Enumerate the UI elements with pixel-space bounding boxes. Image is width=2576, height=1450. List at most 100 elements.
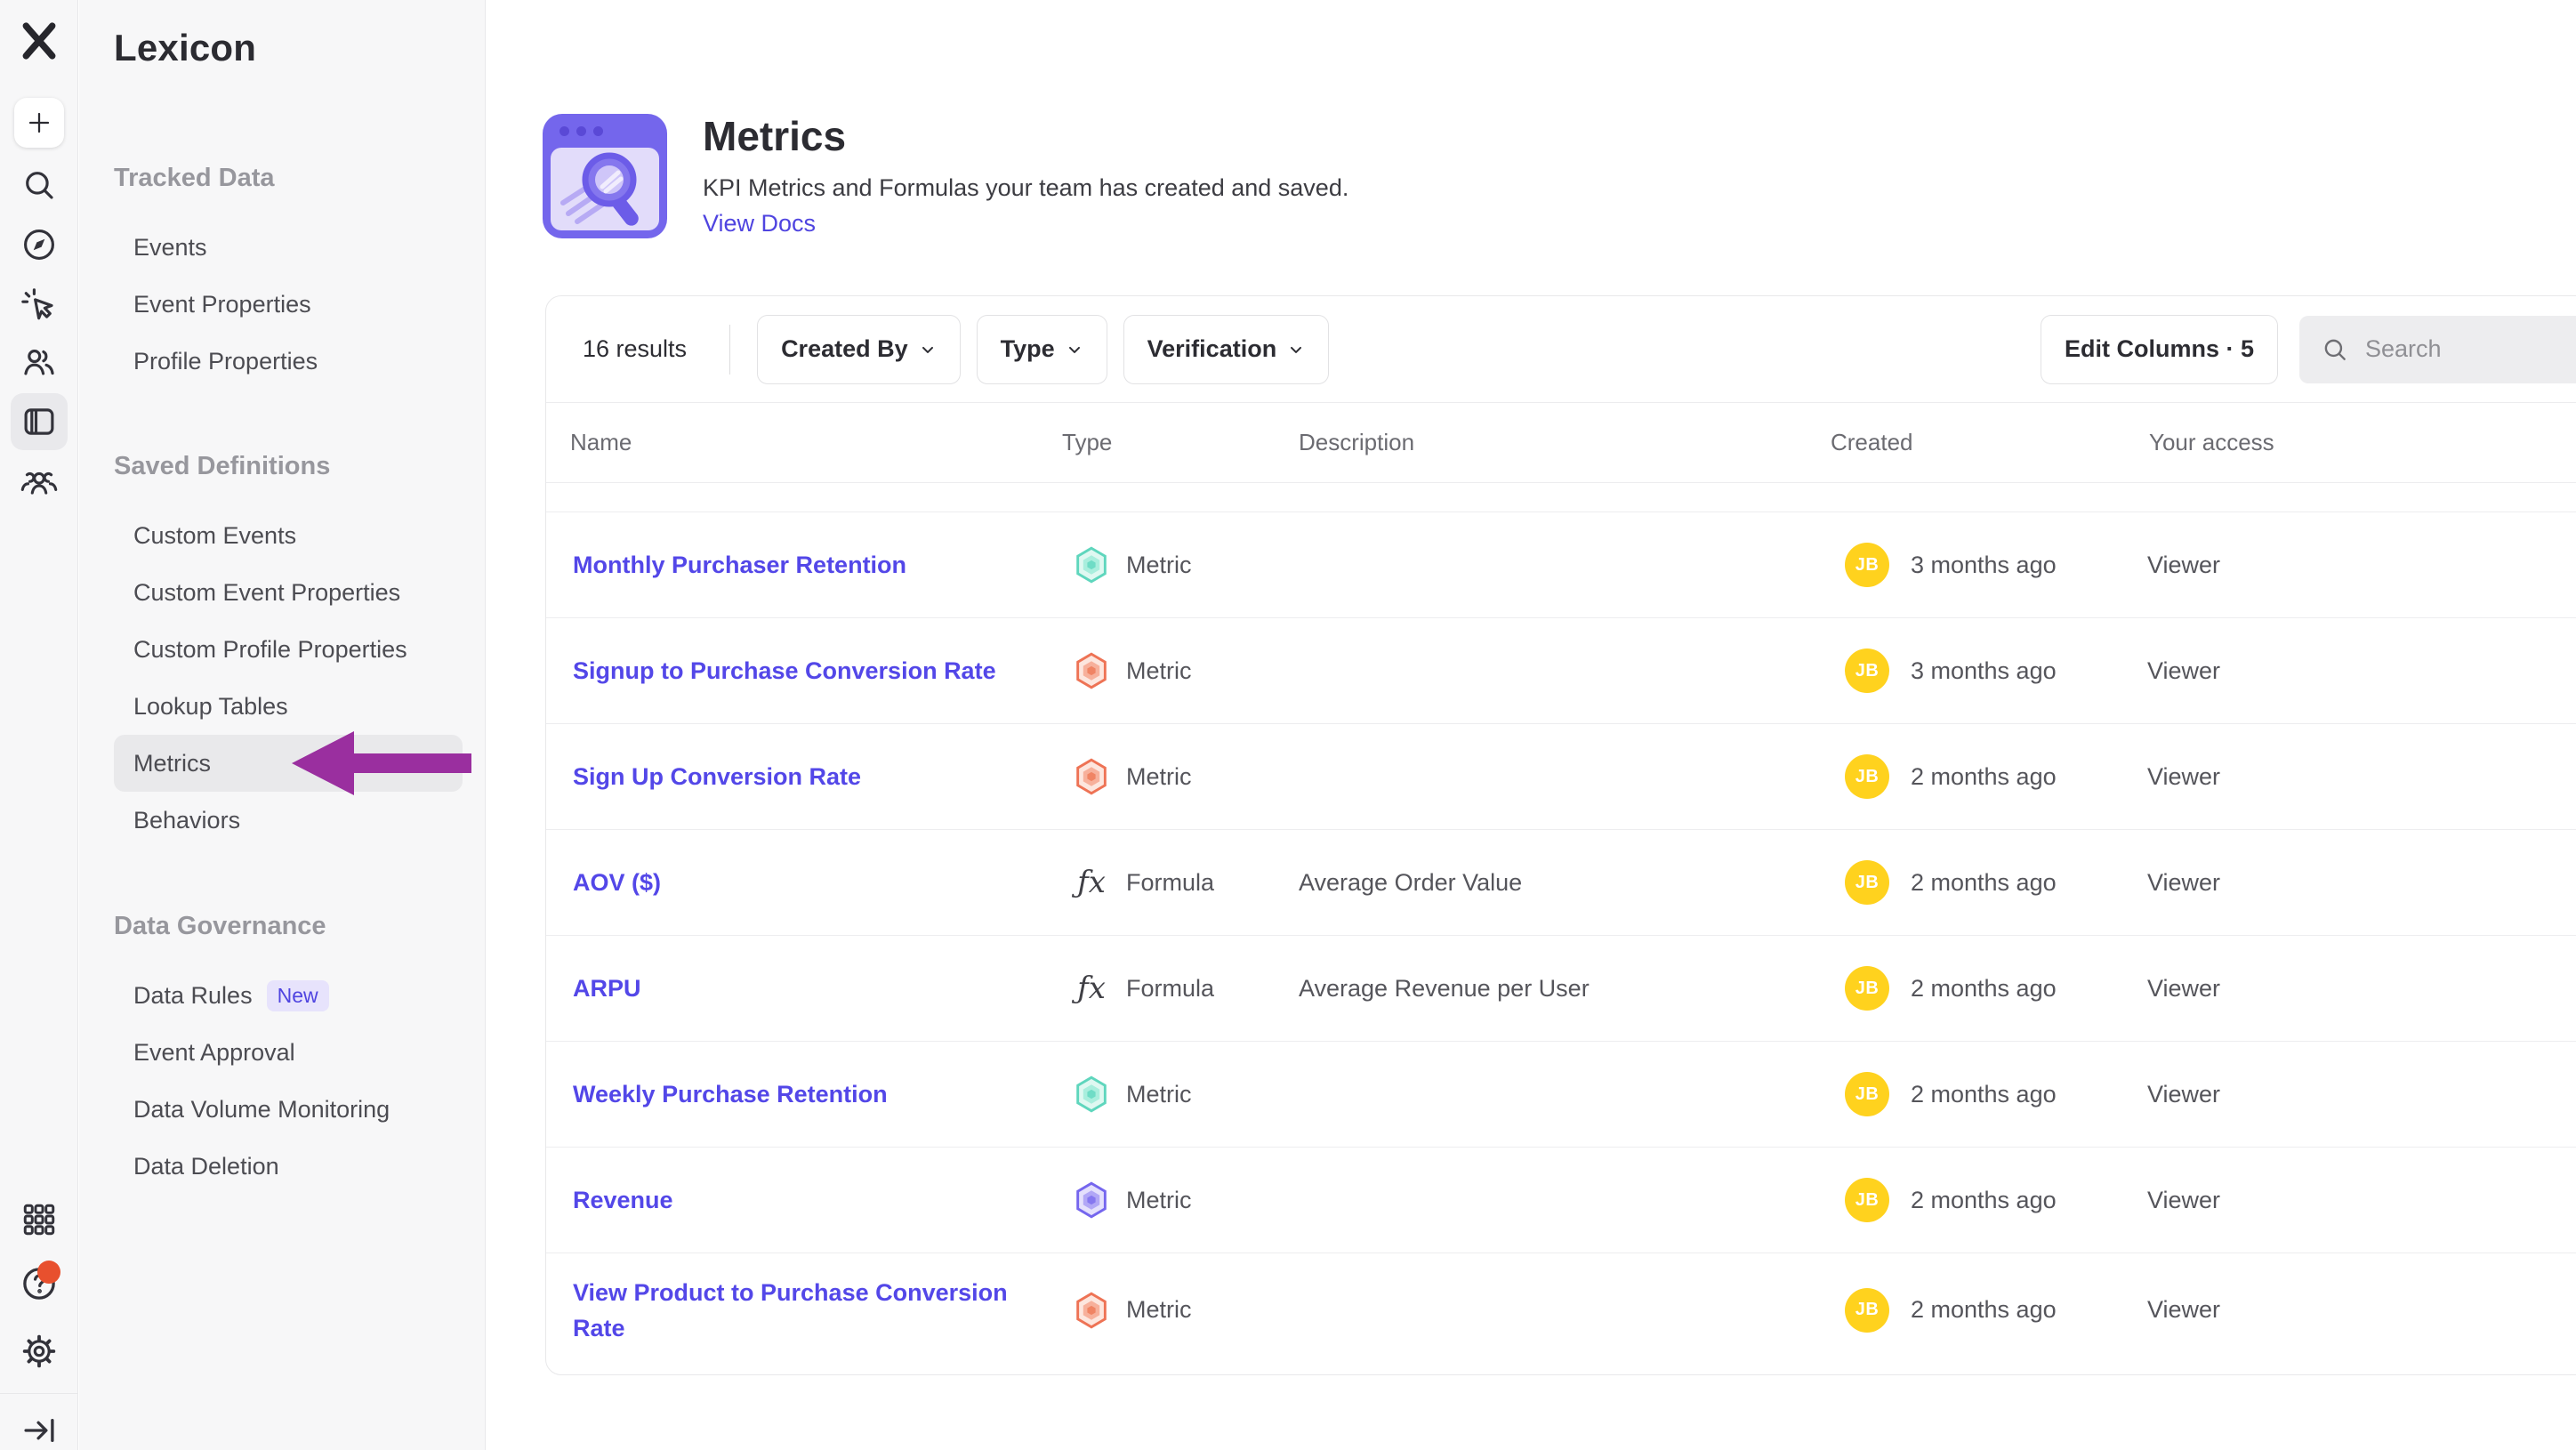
sidebar-item-label: Lookup Tables xyxy=(133,693,288,721)
column-header-your-access: Your access xyxy=(2149,403,2274,482)
creator-avatar: JB xyxy=(1845,754,1889,799)
access-level: Viewer xyxy=(2147,869,2220,897)
sidebar-item-data-deletion[interactable]: Data Deletion xyxy=(114,1138,463,1195)
access-level: Viewer xyxy=(2147,1081,2220,1108)
annotation-arrow-shaft xyxy=(350,753,471,773)
help-icon[interactable] xyxy=(20,1264,59,1303)
table-row: View Product to Purchase Conversion Rate… xyxy=(546,1253,2576,1366)
app-icon-titlebar xyxy=(551,114,659,148)
hexagon-teal-metric-icon xyxy=(1071,544,1112,585)
created-time: 2 months ago xyxy=(1911,1081,2057,1108)
metric-name-link[interactable]: Sign Up Conversion Rate xyxy=(573,759,861,794)
cohorts-group-icon[interactable] xyxy=(20,464,59,503)
creator-avatar: JB xyxy=(1845,966,1889,1011)
type-label: Formula xyxy=(1126,869,1214,897)
sidebar-item-events[interactable]: Events xyxy=(114,219,463,276)
description-text: Average Revenue per User xyxy=(1299,975,1590,1003)
search-box xyxy=(2299,316,2576,383)
type-label: Metric xyxy=(1126,657,1192,685)
metric-name-link[interactable]: Signup to Purchase Conversion Rate xyxy=(573,653,996,689)
sidebar-item-custom-profile-properties[interactable]: Custom Profile Properties xyxy=(114,621,463,678)
creator-avatar: JB xyxy=(1845,1288,1889,1333)
sidebar-item-label: Data Deletion xyxy=(133,1153,279,1180)
created-time: 3 months ago xyxy=(1911,552,2057,579)
sidebar-item-behaviors[interactable]: Behaviors xyxy=(114,792,463,849)
sidebar-item-label: Events xyxy=(133,234,207,262)
sidebar-item-label: Event Properties xyxy=(133,291,311,318)
page-description: KPI Metrics and Formulas your team has c… xyxy=(703,174,1348,202)
search-icon[interactable] xyxy=(20,165,59,205)
sidebar-item-event-approval[interactable]: Event Approval xyxy=(114,1024,463,1081)
metric-name-link[interactable]: AOV ($) xyxy=(573,865,661,900)
table-row-partial xyxy=(546,483,2576,512)
view-docs-link[interactable]: View Docs xyxy=(703,210,816,238)
annotation-arrow xyxy=(292,731,354,795)
sidebar-item-label: Custom Events xyxy=(133,522,296,550)
lexicon-sidebar: Lexicon Tracked DataEventsEvent Properti… xyxy=(79,0,486,1450)
sidebar-item-data-volume-monitoring[interactable]: Data Volume Monitoring xyxy=(114,1081,463,1138)
sidebar-section-label: Data Governance xyxy=(114,910,485,942)
column-header-name: Name xyxy=(570,403,632,482)
sidebar-item-event-properties[interactable]: Event Properties xyxy=(114,276,463,333)
metric-name-link[interactable]: View Product to Purchase Conversion Rate xyxy=(573,1275,1044,1346)
description-text: Average Order Value xyxy=(1299,869,1522,897)
table-row: Weekly Purchase Retention Metric JB 2 mont… xyxy=(546,1042,2576,1148)
toolbar-divider xyxy=(729,325,730,375)
type-label: Metric xyxy=(1126,763,1192,791)
creator-avatar: JB xyxy=(1845,1072,1889,1116)
users-icon[interactable] xyxy=(20,342,59,382)
sidebar-item-label: Custom Event Properties xyxy=(133,579,400,607)
sidebar-section-label: Saved Definitions xyxy=(114,450,485,482)
sidebar-item-label: Event Approval xyxy=(133,1039,295,1067)
sidebar-item-lookup-tables[interactable]: Lookup Tables xyxy=(114,678,463,735)
formula-fx-icon: ƒx xyxy=(1071,971,1112,1006)
metric-name-link[interactable]: Monthly Purchaser Retention xyxy=(573,547,906,583)
compass-icon[interactable] xyxy=(20,225,59,264)
sidebar-item-label: Profile Properties xyxy=(133,348,318,375)
filter-button-type[interactable]: Type xyxy=(977,315,1107,384)
sidebar-item-custom-event-properties[interactable]: Custom Event Properties xyxy=(114,564,463,621)
creator-avatar: JB xyxy=(1845,1178,1889,1222)
type-label: Formula xyxy=(1126,975,1214,1003)
activity-cursor-icon[interactable] xyxy=(20,286,59,325)
lexicon-panel-icon[interactable] xyxy=(11,393,68,450)
sidebar-title: Lexicon xyxy=(114,27,485,69)
table-toolbar: 16 results Created ByTypeVerification Ed… xyxy=(546,296,2576,403)
lexicon-page: Lexicon Tracked DataEventsEvent Properti… xyxy=(0,0,2576,1450)
table-row: AOV ($)ƒxFormulaAverage Order ValueJB2 m… xyxy=(546,830,2576,936)
access-level: Viewer xyxy=(2147,1296,2220,1324)
metric-name-link[interactable]: Weekly Purchase Retention xyxy=(573,1076,888,1112)
table-row: Revenue MetricJB2 months agoViewer xyxy=(546,1148,2576,1253)
type-label: Metric xyxy=(1126,1296,1192,1324)
app-icon-window xyxy=(551,148,659,230)
filter-button-created-by[interactable]: Created By xyxy=(757,315,961,384)
metric-name-link[interactable]: ARPU xyxy=(573,971,641,1006)
sidebar-item-custom-events[interactable]: Custom Events xyxy=(114,507,463,564)
table-header-row: NameTypeDescriptionCreatedYour access xyxy=(546,403,2576,483)
apps-grid-icon[interactable] xyxy=(20,1200,59,1239)
sidebar-item-label: Data Rules xyxy=(133,982,253,1010)
hexagon-purple-metric-icon xyxy=(1071,1180,1112,1220)
chevron-down-icon xyxy=(919,341,937,358)
sidebar-item-data-rules[interactable]: Data RulesNew xyxy=(114,967,463,1024)
metric-name-link[interactable]: Revenue xyxy=(573,1182,673,1218)
collapse-panel-icon[interactable] xyxy=(20,1411,59,1450)
search-input[interactable] xyxy=(2365,335,2561,363)
creator-avatar: JB xyxy=(1845,543,1889,587)
edit-columns-button[interactable]: Edit Columns · 5 xyxy=(2041,315,2278,384)
created-time: 3 months ago xyxy=(1911,657,2057,685)
hexagon-orange-metric-icon xyxy=(1071,650,1112,691)
mixpanel-logo-icon[interactable] xyxy=(16,18,62,64)
sidebar-item-label: Data Volume Monitoring xyxy=(133,1096,390,1124)
sidebar-item-profile-properties[interactable]: Profile Properties xyxy=(114,333,463,390)
filter-button-verification[interactable]: Verification xyxy=(1123,315,1330,384)
settings-gear-icon[interactable] xyxy=(20,1332,59,1371)
access-level: Viewer xyxy=(2147,657,2220,685)
rail-divider xyxy=(0,1393,78,1394)
column-header-type: Type xyxy=(1062,403,1112,482)
create-new-button[interactable] xyxy=(14,98,64,148)
table-row: Signup to Purchase Conversion Rate Metri… xyxy=(546,618,2576,724)
hexagon-teal-metric-icon xyxy=(1071,1074,1112,1115)
sidebar-item-label: Behaviors xyxy=(133,807,240,834)
type-label: Metric xyxy=(1126,1081,1192,1108)
